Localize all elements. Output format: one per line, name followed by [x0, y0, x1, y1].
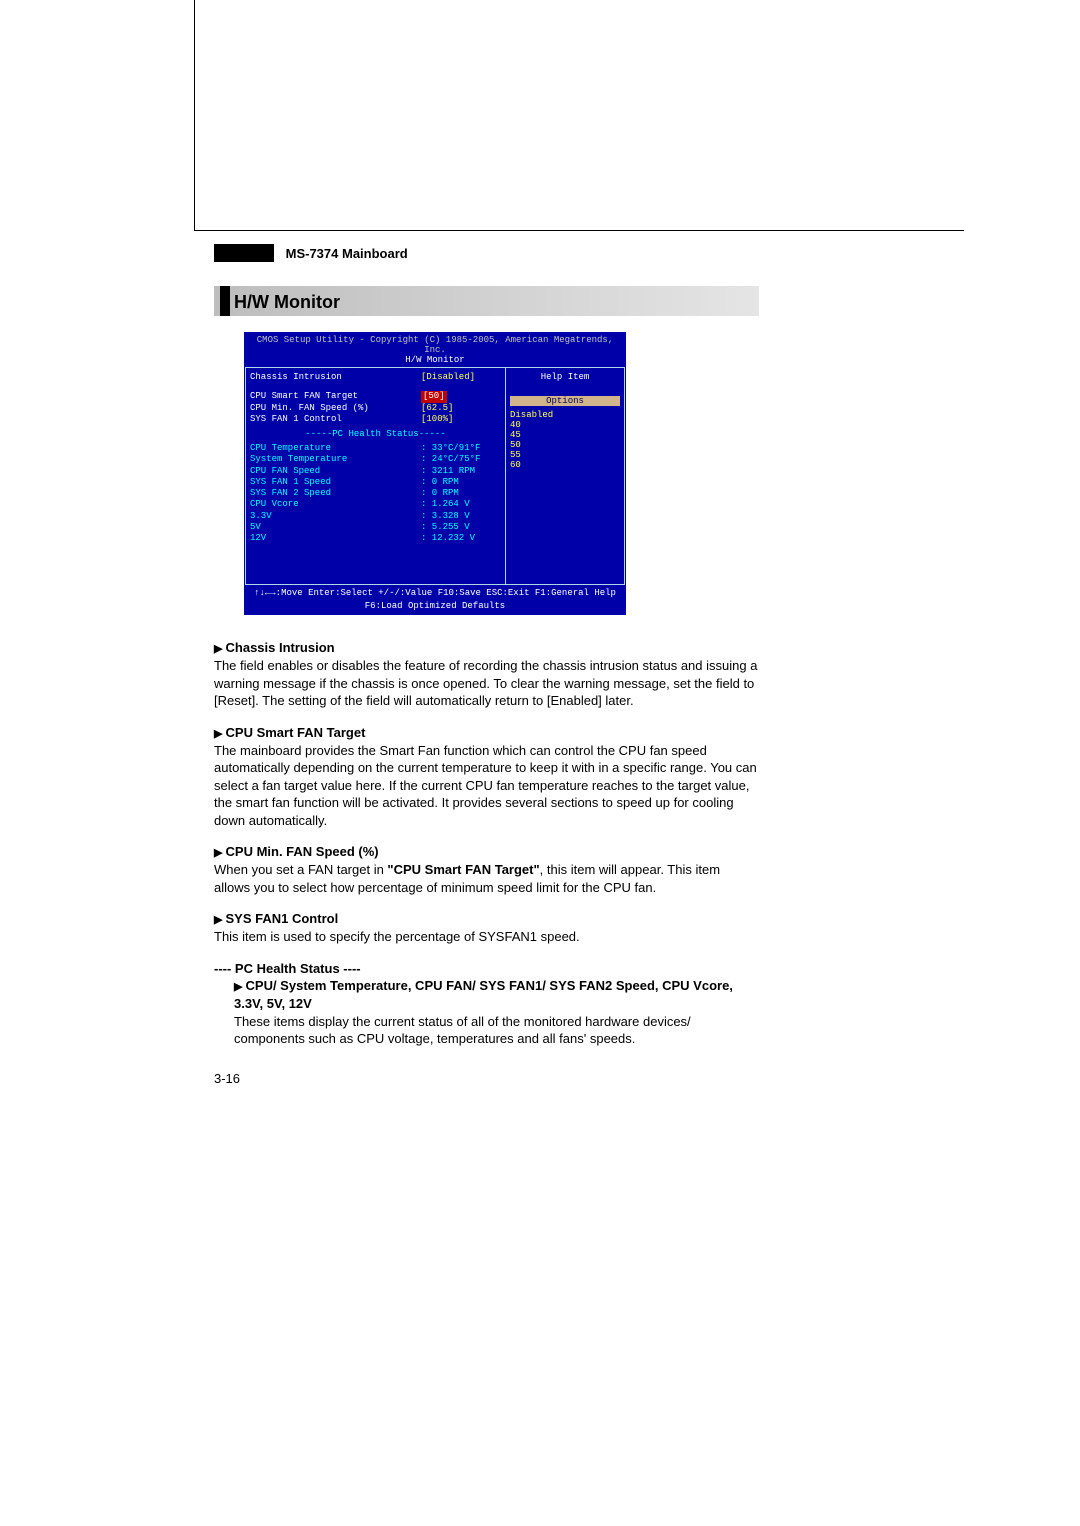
- header-black-box: [214, 244, 274, 262]
- bios-option: 40: [510, 420, 620, 430]
- subitem-body: These items display the current status o…: [234, 1013, 759, 1048]
- body-text: Chassis Intrusion The field enables or d…: [214, 639, 759, 1087]
- header-row: MS-7374 Mainboard: [214, 244, 759, 262]
- mainboard-label: MS-7374 Mainboard: [286, 246, 408, 261]
- bios-footer-2: F6:Load Optimized Defaults: [245, 598, 625, 614]
- bios-row: System Temperature: 24°C/75°F: [250, 454, 501, 465]
- bios-label: SYS FAN 1 Control: [250, 414, 421, 425]
- bios-row: CPU Smart FAN Target [50]: [250, 391, 501, 402]
- bios-option: 60: [510, 460, 620, 470]
- item-title-smartfan: CPU Smart FAN Target: [214, 724, 759, 742]
- bios-screenshot: CMOS Setup Utility - Copyright (C) 1985-…: [244, 332, 626, 615]
- bios-label: CPU Min. FAN Speed (%): [250, 403, 421, 414]
- subitem-title: CPU/ System Temperature, CPU FAN/ SYS FA…: [234, 977, 759, 1012]
- bios-row: CPU FAN Speed: 3211 RPM: [250, 466, 501, 477]
- bios-row: SYS FAN 1 Control [100%]: [250, 414, 501, 425]
- bios-row: SYS FAN 2 Speed: 0 RPM: [250, 488, 501, 499]
- item-title-sysfan: SYS FAN1 Control: [214, 910, 759, 928]
- bios-option: Disabled: [510, 410, 620, 420]
- item-title-cpumin: CPU Min. FAN Speed (%): [214, 843, 759, 861]
- section-title: H/W Monitor: [234, 287, 340, 317]
- bios-body: Chassis Intrusion [Disabled] CPU Smart F…: [245, 367, 625, 585]
- section-strip: [220, 286, 230, 316]
- subitem-pchealth: CPU/ System Temperature, CPU FAN/ SYS FA…: [234, 977, 759, 1047]
- page-number: 3-16: [214, 1070, 759, 1088]
- bios-row: Chassis Intrusion [Disabled]: [250, 372, 501, 383]
- bios-option: 55: [510, 450, 620, 460]
- bios-row: CPU Min. FAN Speed (%) [62.5]: [250, 403, 501, 414]
- item-title-chassis: Chassis Intrusion: [214, 639, 759, 657]
- bios-help-title: Help Item: [510, 372, 620, 382]
- item-title-pchealth: ---- PC Health Status ----: [214, 960, 759, 978]
- bios-health-divider: -----PC Health Status-----: [250, 429, 501, 439]
- bios-value: [Disabled]: [421, 372, 501, 383]
- bios-right-pane: Help Item Options Disabled 40 45 50 55 6…: [505, 367, 625, 585]
- item-body-smartfan: The mainboard provides the Smart Fan fun…: [214, 742, 759, 830]
- bios-screen-name: H/W Monitor: [245, 355, 625, 367]
- item-body-cpumin: When you set a FAN target in "CPU Smart …: [214, 861, 759, 896]
- content-area: MS-7374 Mainboard H/W Monitor CMOS Setup…: [214, 244, 759, 1087]
- section-bar: H/W Monitor: [214, 286, 759, 316]
- bios-label: Chassis Intrusion: [250, 372, 421, 383]
- bios-label: CPU Smart FAN Target: [250, 391, 421, 402]
- bios-left-pane: Chassis Intrusion [Disabled] CPU Smart F…: [245, 367, 505, 585]
- bios-row: 12V: 12.232 V: [250, 533, 501, 544]
- horizontal-rule: [194, 230, 964, 231]
- bios-row: CPU Temperature: 33°C/91°F: [250, 443, 501, 454]
- bios-row: 3.3V: 3.328 V: [250, 511, 501, 522]
- bios-row: CPU Vcore: 1.264 V: [250, 499, 501, 510]
- bios-copyright: CMOS Setup Utility - Copyright (C) 1985-…: [245, 333, 625, 355]
- bios-option: 50: [510, 440, 620, 450]
- item-body-chassis: The field enables or disables the featur…: [214, 657, 759, 710]
- bios-row: 5V: 5.255 V: [250, 522, 501, 533]
- vertical-rule: [194, 0, 195, 230]
- bios-row: SYS FAN 1 Speed: 0 RPM: [250, 477, 501, 488]
- item-body-sysfan: This item is used to specify the percent…: [214, 928, 759, 946]
- bios-value: [100%]: [421, 414, 501, 425]
- page: MS-7374 Mainboard H/W Monitor CMOS Setup…: [0, 0, 1080, 1526]
- bios-value-selected: [50]: [421, 391, 501, 402]
- bios-options-label: Options: [510, 396, 620, 406]
- bios-value: [62.5]: [421, 403, 501, 414]
- bios-option: 45: [510, 430, 620, 440]
